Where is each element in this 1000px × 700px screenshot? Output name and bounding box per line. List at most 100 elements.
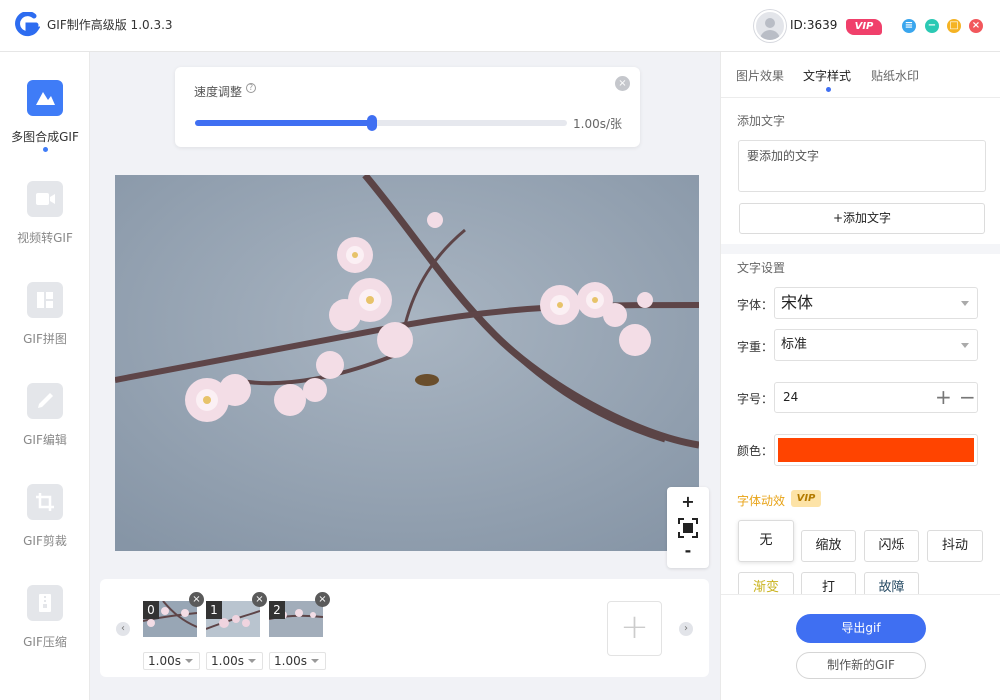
- maximize-icon[interactable]: □: [947, 19, 961, 33]
- tab-text-style[interactable]: 文字样式: [803, 67, 851, 84]
- frame-item[interactable]: 1 ×: [206, 592, 267, 637]
- sidebar-item-gif-crop[interactable]: GIF剪裁: [0, 484, 90, 574]
- frame-duration-value: 1.00s: [148, 654, 181, 668]
- divider: [721, 244, 1000, 254]
- frame-filmstrip: ‹ 0 × 1.00s 1 × 1.00s 2 × 1.00s + ›: [100, 579, 709, 677]
- text-animation-label: 字体动效: [737, 494, 786, 508]
- effect-glitch[interactable]: 故障: [864, 572, 919, 594]
- active-tab-indicator: [826, 87, 831, 92]
- frame-index: 2: [269, 601, 285, 619]
- font-label: 字体：: [737, 298, 774, 312]
- main-workspace: 速度调整? × 1.00s/张 + - ‹ 0 × 1.00s 1 × 1.00…: [90, 52, 720, 700]
- chevron-down-icon: [248, 659, 256, 663]
- edit-pen-icon: [27, 383, 63, 419]
- speed-panel: 速度调整? × 1.00s/张: [175, 67, 640, 147]
- sidebar-item-video-to-gif[interactable]: 视频转GIF: [0, 181, 90, 271]
- font-value: 宋体: [781, 293, 814, 312]
- speed-label: 速度调整: [194, 85, 243, 99]
- color-label: 颜色：: [737, 444, 774, 458]
- frame-item[interactable]: 0 ×: [143, 592, 204, 637]
- sidebar-item-label: 视频转GIF: [17, 231, 73, 245]
- fit-screen-icon[interactable]: [678, 518, 698, 538]
- sidebar-item-gif-compress[interactable]: GIF压缩: [0, 585, 90, 675]
- add-text-label: 添加文字: [737, 114, 786, 128]
- frame-index: 0: [143, 601, 159, 619]
- effect-shake[interactable]: 抖动: [927, 530, 983, 562]
- feedback-icon[interactable]: ≡: [902, 19, 916, 33]
- right-panel: 图片效果 文字样式 贴纸水印 添加文字 要添加的文字 +添加文字 文字设置 字体…: [720, 52, 1000, 700]
- sidebar-item-gif-edit[interactable]: GIF编辑: [0, 383, 90, 473]
- user-id: ID:3639: [790, 18, 838, 32]
- sidebar-item-label: GIF剪裁: [23, 534, 67, 548]
- image-preview: [115, 175, 699, 551]
- text-settings-label: 文字设置: [737, 261, 786, 275]
- help-icon[interactable]: ?: [246, 83, 257, 93]
- effect-gradient[interactable]: 渐变: [738, 572, 794, 594]
- delete-frame-icon[interactable]: ×: [252, 592, 267, 607]
- color-swatch[interactable]: [778, 438, 974, 462]
- add-frame-button[interactable]: +: [607, 601, 662, 656]
- frame-index: 1: [206, 601, 222, 619]
- font-select[interactable]: 宋体: [774, 287, 978, 319]
- next-arrow-icon[interactable]: ›: [679, 622, 693, 636]
- chevron-down-icon: [961, 301, 969, 306]
- zoom-controls: + -: [667, 487, 709, 568]
- frame-duration-value: 1.00s: [274, 654, 307, 668]
- close-icon[interactable]: ×: [969, 19, 983, 33]
- text-effects-grid: 无 缩放 闪烁 抖动 渐变 打 故障: [721, 512, 1000, 594]
- app-title: GIF制作高级版 1.0.3.3: [47, 18, 173, 32]
- delete-frame-icon[interactable]: ×: [189, 592, 204, 607]
- speed-slider-fill: [195, 120, 372, 126]
- speed-slider[interactable]: [195, 115, 567, 131]
- effect-blink[interactable]: 闪烁: [864, 530, 919, 562]
- crop-icon: [27, 484, 63, 520]
- size-label: 字号：: [737, 392, 774, 406]
- increase-size-button[interactable]: +: [935, 386, 952, 408]
- frame-duration-select[interactable]: 1.00s: [269, 652, 326, 670]
- weight-value: 标准: [781, 337, 808, 352]
- layout-icon: [27, 282, 63, 318]
- prev-arrow-icon[interactable]: ‹: [116, 622, 130, 636]
- tab-sticker-watermark[interactable]: 贴纸水印: [871, 67, 919, 84]
- export-gif-button[interactable]: 导出gif: [796, 614, 926, 643]
- title-bar: GIF制作高级版 1.0.3.3 ID:3639 VIP ≡ − □ ×: [0, 0, 1000, 52]
- video-icon: [27, 181, 63, 217]
- sidebar-item-label: 多图合成GIF: [11, 130, 79, 144]
- tab-bar: 图片效果 文字样式 贴纸水印: [721, 52, 1000, 98]
- sidebar-item-multi-image-gif[interactable]: 多图合成GIF: [0, 80, 90, 170]
- frame-duration-value: 1.00s: [211, 654, 244, 668]
- chevron-down-icon: [961, 343, 969, 348]
- sidebar: 多图合成GIF 视频转GIF GIF拼图 GIF编辑 GIF剪裁 GIF压缩: [0, 52, 90, 700]
- speed-value: 1.00s/张: [573, 117, 623, 131]
- decrease-size-button[interactable]: −: [959, 386, 976, 408]
- tab-image-effects[interactable]: 图片效果: [736, 67, 784, 84]
- add-text-button[interactable]: +添加文字: [739, 203, 985, 234]
- speed-slider-handle[interactable]: [366, 115, 377, 131]
- color-picker[interactable]: [774, 434, 978, 466]
- zoom-in-button[interactable]: +: [667, 492, 709, 511]
- vip-badge: VIP: [791, 490, 821, 507]
- create-new-gif-button[interactable]: 制作新的GIF: [796, 652, 926, 679]
- zoom-out-button[interactable]: -: [667, 541, 709, 560]
- frame-duration-select[interactable]: 1.00s: [143, 652, 200, 670]
- sidebar-item-gif-puzzle[interactable]: GIF拼图: [0, 282, 90, 372]
- close-icon[interactable]: ×: [615, 76, 630, 91]
- delete-frame-icon[interactable]: ×: [315, 592, 330, 607]
- frame-item[interactable]: 2 ×: [269, 592, 330, 637]
- export-area: 导出gif 制作新的GIF: [721, 594, 1000, 700]
- chevron-down-icon: [311, 659, 319, 663]
- weight-select[interactable]: 标准: [774, 329, 978, 361]
- frame-duration-select[interactable]: 1.00s: [206, 652, 263, 670]
- vip-badge[interactable]: VIP: [846, 19, 882, 35]
- sidebar-item-label: GIF拼图: [23, 332, 67, 346]
- text-input[interactable]: 要添加的文字: [738, 140, 986, 192]
- effect-none[interactable]: 无: [738, 520, 794, 562]
- chevron-down-icon: [185, 659, 193, 663]
- avatar[interactable]: [754, 10, 786, 42]
- minimize-icon[interactable]: −: [925, 19, 939, 33]
- compress-icon: [27, 585, 63, 621]
- active-indicator-dot: [43, 147, 48, 152]
- effect-scale[interactable]: 缩放: [801, 530, 856, 562]
- effect-type[interactable]: 打: [801, 572, 856, 594]
- sidebar-item-label: GIF压缩: [23, 635, 67, 649]
